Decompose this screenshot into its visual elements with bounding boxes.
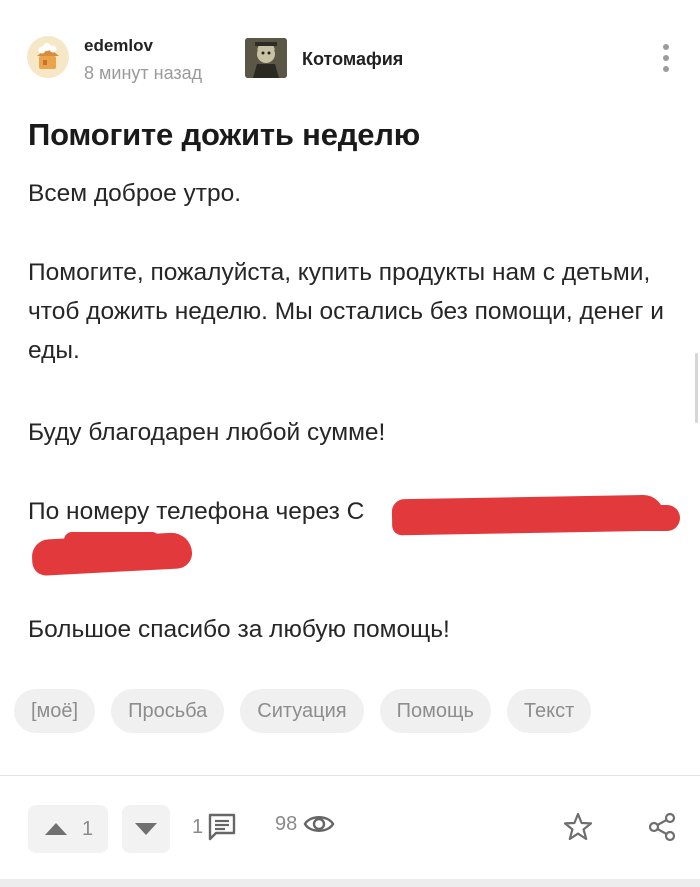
post-paragraph: Всем доброе утро. [28, 180, 242, 207]
post-paragraph: Помогите, пожалуйста, купить продукты на… [28, 259, 664, 364]
share-icon [648, 812, 676, 842]
post-paragraph: Буду благодарен любой сумме! [28, 419, 386, 446]
tag-chip[interactable]: Помощь [379, 689, 491, 733]
star-icon [563, 812, 593, 841]
comment-count: 1 [192, 815, 204, 838]
post-header: edemlov 8 минут назад Котомафия [0, 0, 700, 100]
comment-icon [208, 813, 236, 841]
community-name[interactable]: Котомафия [302, 49, 403, 70]
more-vertical-icon[interactable] [650, 40, 682, 76]
view-count: 98 [275, 812, 298, 835]
redaction-mark [64, 532, 160, 548]
redaction-mark [470, 505, 680, 531]
post-paragraph: Большое спасибо за любую помощь! [28, 616, 450, 643]
save-button[interactable] [562, 811, 594, 848]
tag-chip[interactable]: Ситуация [240, 689, 364, 733]
arrow-down-icon [135, 823, 157, 835]
divider [0, 775, 700, 776]
tag-chip[interactable]: Текст [506, 689, 592, 733]
tag-chip[interactable]: Просьба [111, 689, 225, 733]
views-counter: 98 [275, 812, 335, 836]
share-button[interactable] [646, 811, 678, 848]
comments-button[interactable]: 1 [192, 812, 237, 842]
upvote-button[interactable]: 1 [28, 805, 108, 853]
tag-list: [моё] Просьба Ситуация Помощь Текст [14, 689, 592, 733]
author-avatar[interactable] [27, 36, 69, 78]
author-name[interactable]: edemlov [84, 36, 153, 56]
bottom-separator [0, 879, 700, 887]
post-title[interactable]: Помогите дожить неделю [28, 117, 420, 153]
eye-icon [303, 816, 335, 832]
scrollbar[interactable] [695, 353, 698, 423]
tag-chip[interactable]: [моё] [14, 689, 96, 733]
arrow-up-icon [45, 823, 67, 835]
community-avatar[interactable] [245, 38, 287, 78]
rating-count: 1 [82, 817, 94, 840]
downvote-button[interactable] [122, 805, 170, 853]
post-time: 8 минут назад [84, 63, 203, 83]
